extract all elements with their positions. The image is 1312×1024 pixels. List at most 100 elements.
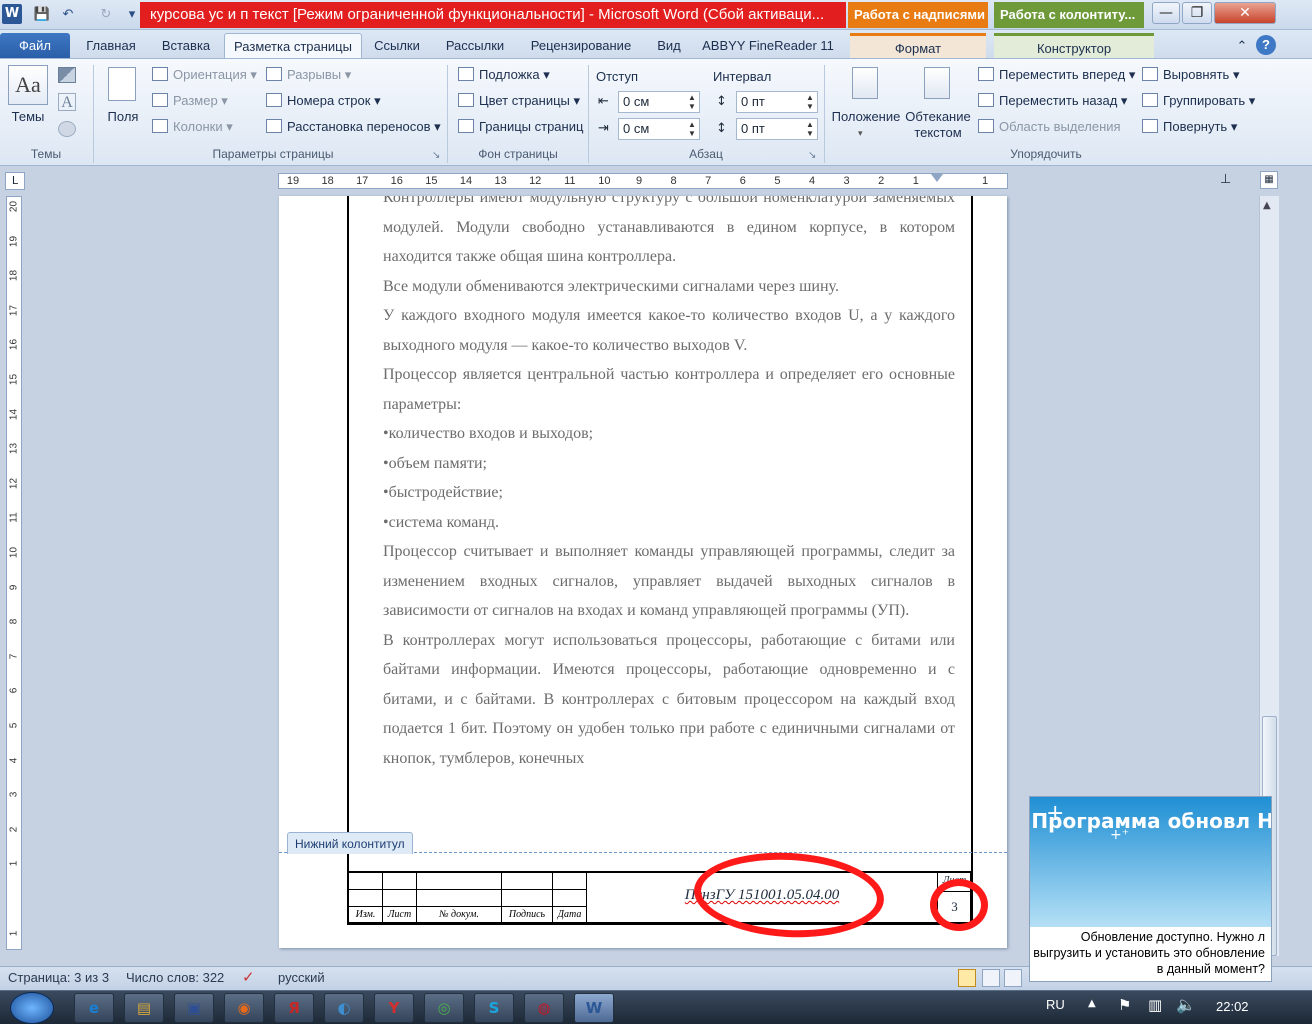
- position-button[interactable]: Положение: [830, 109, 902, 124]
- selection-pane-button[interactable]: Область выделения: [978, 116, 1121, 138]
- taskbar-app-chrome[interactable]: ◎: [424, 993, 464, 1023]
- footer-tag[interactable]: Нижний колонтитул: [287, 832, 413, 854]
- status-words[interactable]: Число слов: 322: [126, 970, 224, 985]
- document-paragraph[interactable]: В контроллерах могут использоваться проц…: [383, 626, 955, 774]
- tab-view[interactable]: Вид: [650, 33, 688, 58]
- customize-qat-icon[interactable]: ▾: [122, 5, 142, 25]
- page-setup-launcher-icon[interactable]: ↘: [432, 150, 440, 161]
- bring-forward-button[interactable]: Переместить вперед ▾: [978, 64, 1135, 86]
- theme-colors-icon[interactable]: [58, 67, 76, 83]
- line-numbers-button[interactable]: Номера строк ▾: [266, 90, 381, 112]
- document-paragraph[interactable]: Процессор считывает и выполняет команды …: [383, 537, 955, 626]
- spacing-after-input[interactable]: 0 пт ▲ ▼: [736, 118, 818, 140]
- language-indicator[interactable]: RU: [1046, 997, 1065, 1012]
- document-paragraph[interactable]: •количество входов и выходов;: [383, 419, 955, 449]
- themes-button[interactable]: Темы: [4, 109, 52, 124]
- margins-icon[interactable]: [108, 67, 136, 101]
- undo-icon[interactable]: ↶: [58, 5, 78, 25]
- taskbar-app-explorer[interactable]: ▤: [124, 993, 164, 1023]
- document-body[interactable]: Контроллеры имеют модульную структуру с …: [383, 196, 955, 773]
- align-button[interactable]: Выровнять ▾: [1142, 64, 1239, 86]
- document-paragraph[interactable]: Контроллеры имеют модульную структуру с …: [383, 196, 955, 272]
- spinner-arrows-icon[interactable]: ▲ ▼: [687, 120, 697, 138]
- spacing-before-input[interactable]: 0 пт ▲ ▼: [736, 91, 818, 113]
- margins-button[interactable]: Поля: [100, 109, 146, 124]
- tab-file[interactable]: Файл: [0, 33, 70, 58]
- columns-button[interactable]: Колонки ▾: [152, 116, 233, 138]
- watermark-button[interactable]: Подложка ▾: [458, 64, 550, 86]
- tab-abbyy[interactable]: ABBYY FineReader 11: [698, 33, 838, 58]
- save-icon[interactable]: 💾: [32, 5, 52, 25]
- full-screen-view-icon[interactable]: [982, 969, 1000, 987]
- taskbar-app-skype[interactable]: S: [474, 993, 514, 1023]
- hyphenation-button[interactable]: Расстановка переносов ▾: [266, 116, 441, 138]
- collapse-ribbon-icon[interactable]: ⌃: [1232, 33, 1252, 58]
- spinner-arrows-icon[interactable]: ▲ ▼: [805, 93, 815, 111]
- document-paragraph[interactable]: У каждого входного модуля имеется какое-…: [383, 301, 955, 360]
- scroll-up-icon[interactable]: ▲: [1263, 200, 1271, 211]
- indent-right-input[interactable]: 0 см ▲ ▼: [618, 118, 700, 140]
- volume-icon[interactable]: 🔈: [1176, 995, 1196, 1014]
- spinner-arrows-icon[interactable]: ▲ ▼: [805, 120, 815, 138]
- action-center-flag-icon[interactable]: ⚑: [1118, 996, 1131, 1014]
- document-paragraph[interactable]: •система команд.: [383, 508, 955, 538]
- tray-expand-icon[interactable]: ▲: [1088, 998, 1096, 1009]
- tab-home[interactable]: Главная: [80, 33, 142, 58]
- status-page[interactable]: Страница: 3 из 3: [8, 970, 109, 985]
- horizontal-ruler[interactable]: 19 18 17 16 15 14 13 12 11 10 9 8 7 6 5 4 3 2 1 1: [278, 173, 1008, 189]
- tab-page-layout[interactable]: Разметка страницы: [224, 33, 362, 58]
- network-icon[interactable]: ▥: [1148, 996, 1162, 1014]
- close-button[interactable]: ✕: [1214, 2, 1276, 24]
- taskbar-app-yandex[interactable]: Я: [274, 993, 314, 1023]
- page-borders-button[interactable]: Границы страниц: [458, 116, 583, 138]
- start-button[interactable]: [10, 992, 54, 1024]
- position-dropdown-icon[interactable]: ▾: [858, 129, 863, 139]
- size-button[interactable]: Размер ▾: [152, 90, 228, 112]
- document-paragraph[interactable]: •объем памяти;: [383, 449, 955, 479]
- paragraph-launcher-icon[interactable]: ↘: [808, 150, 816, 161]
- themes-icon[interactable]: Aa: [8, 65, 48, 105]
- taskbar-app-word[interactable]: W: [574, 993, 614, 1023]
- page-color-button[interactable]: Цвет страницы ▾: [458, 90, 580, 112]
- indent-marker-icon[interactable]: [931, 174, 943, 182]
- send-backward-button[interactable]: Переместить назад ▾: [978, 90, 1127, 112]
- tab-format[interactable]: Формат: [850, 33, 986, 58]
- view-ruler-icon[interactable]: ▦: [1260, 171, 1278, 189]
- tab-insert[interactable]: Вставка: [152, 33, 220, 58]
- theme-fonts-icon[interactable]: A: [58, 93, 76, 111]
- tab-designer[interactable]: Конструктор: [994, 33, 1154, 58]
- tab-mailings[interactable]: Рассылки: [438, 33, 512, 58]
- group-button[interactable]: Группировать ▾: [1142, 90, 1255, 112]
- orientation-button[interactable]: Ориентация ▾: [152, 64, 257, 86]
- rotate-button[interactable]: Повернуть ▾: [1142, 116, 1237, 138]
- document-paragraph[interactable]: •быстродействие;: [383, 478, 955, 508]
- help-icon[interactable]: ?: [1256, 35, 1276, 55]
- maximize-button[interactable]: ❐: [1182, 2, 1212, 24]
- print-layout-view-icon[interactable]: [958, 969, 976, 987]
- tab-review[interactable]: Рецензирование: [522, 33, 640, 58]
- wrap-text-button[interactable]: Обтекание текстом: [904, 109, 972, 141]
- breaks-button[interactable]: Разрывы ▾: [266, 64, 351, 86]
- position-icon[interactable]: [852, 67, 878, 99]
- taskbar-app-media[interactable]: ◐: [324, 993, 364, 1023]
- hp-update-popup[interactable]: + +⁺ Программа обновл HP Обновление дост…: [1029, 796, 1272, 982]
- taskbar-app-firefox[interactable]: ◉: [224, 993, 264, 1023]
- spinner-arrows-icon[interactable]: ▲ ▼: [687, 93, 697, 111]
- wrap-text-icon[interactable]: [924, 67, 950, 99]
- vertical-ruler[interactable]: 20 19 18 17 16 15 14 13 12 11 10 9 8 7 6 5 4 3 2 1 1: [6, 196, 22, 950]
- redo-icon[interactable]: ↻: [96, 5, 116, 25]
- clock[interactable]: 22:02: [1216, 999, 1249, 1014]
- theme-effects-icon[interactable]: [58, 121, 76, 137]
- tab-references[interactable]: Ссылки: [368, 33, 426, 58]
- taskbar-app-opera[interactable]: ◍: [524, 993, 564, 1023]
- document-paragraph[interactable]: Все модули обмениваются электрическими с…: [383, 272, 955, 302]
- minimize-button[interactable]: —: [1152, 2, 1180, 24]
- web-layout-view-icon[interactable]: [1004, 969, 1022, 987]
- word-app-icon[interactable]: W: [2, 4, 22, 24]
- taskbar-app-yandex-browser[interactable]: Y: [374, 993, 414, 1023]
- ruler-toggle-icon[interactable]: ⊥: [1220, 172, 1231, 187]
- taskbar-app-save[interactable]: ▣: [174, 993, 214, 1023]
- proofing-icon[interactable]: ✓: [242, 968, 255, 986]
- indent-left-input[interactable]: 0 см ▲ ▼: [618, 91, 700, 113]
- taskbar-app-ie[interactable]: e: [74, 993, 114, 1023]
